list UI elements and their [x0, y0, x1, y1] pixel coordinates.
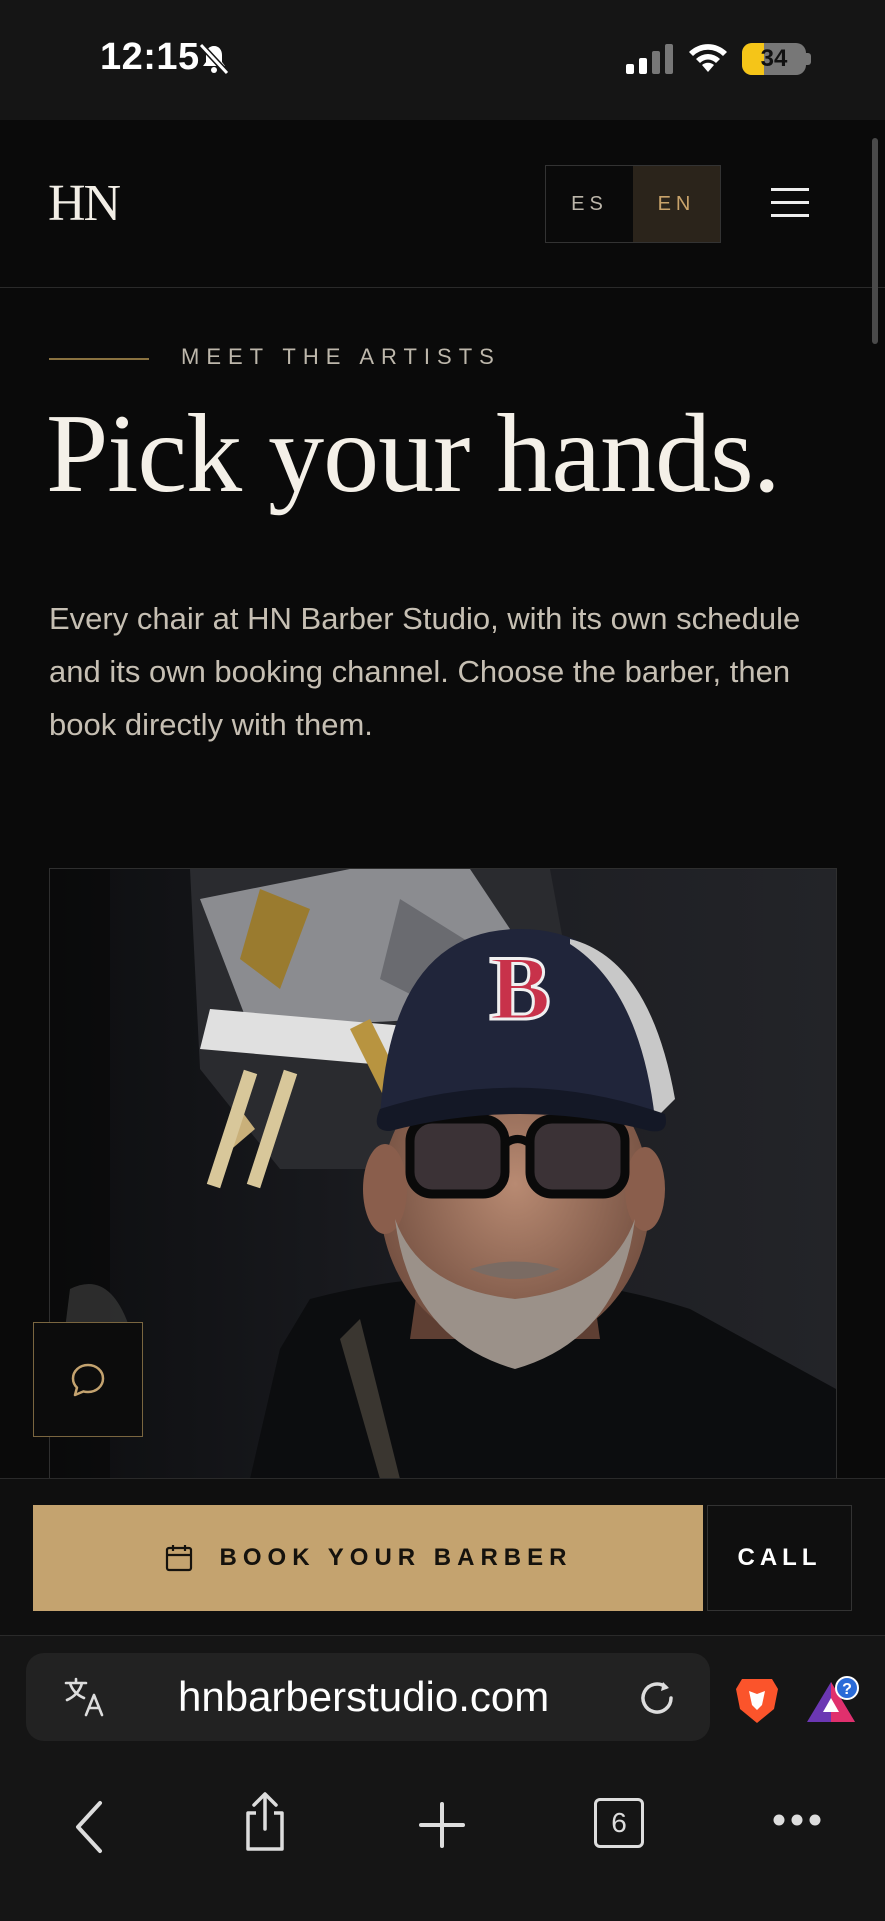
- bell-slash-icon: [198, 42, 230, 76]
- booking-bar: BOOK YOUR BARBER CALL: [0, 1478, 885, 1636]
- reload-icon[interactable]: [633, 1674, 681, 1722]
- status-time: 12:15: [100, 36, 200, 78]
- barber-photo[interactable]: B: [49, 868, 837, 1480]
- book-button-label: BOOK YOUR BARBER: [219, 1544, 573, 1571]
- share-icon[interactable]: [240, 1791, 290, 1853]
- translate-icon[interactable]: [62, 1673, 108, 1719]
- address-bar[interactable]: hnbarberstudio.com: [26, 1653, 710, 1741]
- lang-es-button[interactable]: ES: [546, 166, 633, 242]
- site-logo[interactable]: HN: [48, 174, 121, 233]
- battery-nub: [806, 53, 811, 65]
- language-switcher: ES EN: [545, 165, 721, 243]
- wifi-icon: [689, 44, 727, 72]
- tabs-count: 6: [611, 1807, 627, 1838]
- url-text: hnbarberstudio.com: [178, 1673, 550, 1720]
- site-header: HN ES EN: [0, 120, 885, 288]
- triangle-rewards-icon[interactable]: ?: [805, 1676, 859, 1731]
- lang-en-button[interactable]: EN: [633, 166, 720, 242]
- rewards-badge: ?: [842, 1681, 852, 1698]
- new-tab-icon[interactable]: [418, 1801, 466, 1849]
- page-scrollbar[interactable]: [872, 138, 878, 344]
- tabs-icon[interactable]: 6: [594, 1798, 644, 1848]
- battery-level: 34: [760, 45, 788, 72]
- signal-icon: [626, 44, 673, 74]
- chat-button[interactable]: [33, 1322, 143, 1437]
- section-eyebrow: MEET THE ARTISTS: [181, 344, 501, 369]
- call-button[interactable]: CALL: [707, 1505, 852, 1611]
- status-bar: 12:15 34: [0, 0, 885, 120]
- calendar-icon: [165, 1545, 192, 1572]
- intro-paragraph: Every chair at HN Barber Studio, with it…: [49, 601, 801, 742]
- browser-chrome: hnbarberstudio.com ? 6: [0, 1635, 885, 1921]
- page-title: Pick your hands.: [46, 392, 781, 516]
- browser-toolbar: 6: [0, 1791, 885, 1881]
- book-barber-button[interactable]: BOOK YOUR BARBER: [33, 1505, 703, 1611]
- hamburger-icon[interactable]: [771, 188, 809, 227]
- more-icon[interactable]: [773, 1813, 821, 1827]
- battery-icon: 34: [742, 43, 806, 75]
- svg-text:B: B: [489, 937, 550, 1039]
- brave-lion-icon[interactable]: [734, 1675, 780, 1725]
- back-icon[interactable]: [70, 1799, 110, 1855]
- eyebrow-divider: [49, 358, 149, 360]
- chat-icon: [71, 1363, 105, 1396]
